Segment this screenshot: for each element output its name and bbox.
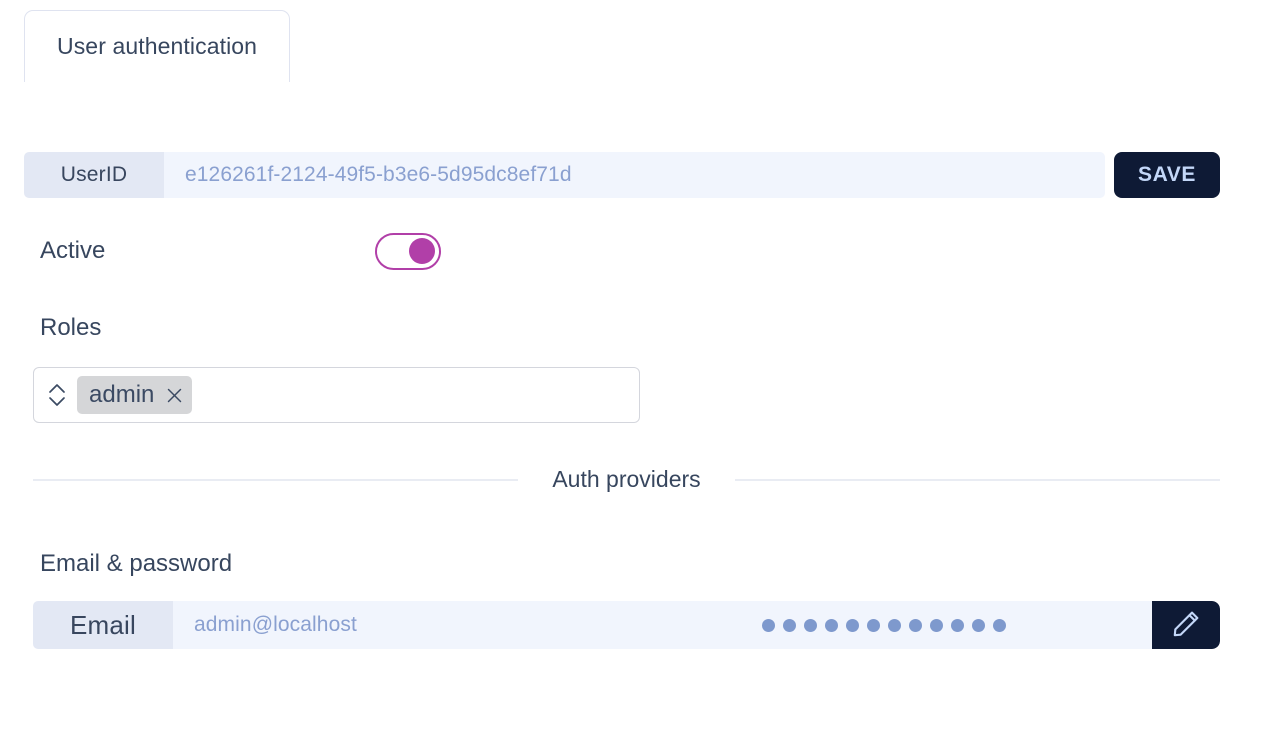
tab-strip: User authentication (24, 10, 291, 82)
divider-line-right (734, 478, 1220, 481)
password-dot (867, 618, 880, 632)
email-input[interactable]: admin@localhost (173, 601, 1152, 649)
auth-providers-caption: Auth providers (552, 466, 701, 492)
email-row: Email admin@localhost (33, 601, 1220, 649)
divider-line-left (33, 478, 519, 481)
userid-input[interactable]: e126261f-2124-49f5-b3e6-5d95dc8ef71d (164, 152, 1105, 198)
up-down-chevron-icon (46, 381, 68, 409)
roles-select[interactable]: admin (33, 367, 640, 423)
email-field-group: Email admin@localhost (33, 601, 1220, 649)
role-chip-admin[interactable]: admin (77, 376, 193, 414)
password-dot (762, 618, 775, 632)
userid-value: e126261f-2124-49f5-b3e6-5d95dc8ef71d (185, 163, 572, 186)
password-dot (930, 618, 943, 632)
password-masked-value (762, 618, 1006, 632)
userid-field-group: UserID e126261f-2124-49f5-b3e6-5d95dc8ef… (24, 152, 1105, 198)
password-dot (783, 618, 796, 632)
roles-label: Roles (40, 314, 102, 341)
active-row: Active (40, 230, 640, 272)
toggle-knob (409, 238, 435, 264)
active-label: Active (40, 237, 106, 264)
userid-label: UserID (24, 152, 164, 198)
password-dot (972, 618, 985, 632)
email-label: Email (33, 601, 173, 649)
pencil-icon (1170, 608, 1202, 643)
password-dot (825, 618, 838, 632)
password-dot (888, 618, 901, 632)
tab-label: User authentication (57, 33, 258, 59)
email-password-label: Email & password (40, 550, 233, 577)
close-icon[interactable] (165, 386, 183, 404)
password-dot (804, 618, 817, 632)
password-dot (951, 618, 964, 632)
email-value: admin@localhost (194, 613, 357, 636)
password-dot (993, 618, 1006, 632)
tab-user-authentication[interactable]: User authentication (24, 10, 291, 82)
password-dot (846, 618, 859, 632)
edit-email-password-button[interactable] (1152, 601, 1220, 649)
role-chip-label: admin (89, 381, 155, 408)
auth-providers-divider: Auth providers (33, 466, 1220, 493)
userid-row: UserID e126261f-2124-49f5-b3e6-5d95dc8ef… (24, 152, 1220, 198)
save-button[interactable]: SAVE (1113, 152, 1220, 198)
password-dot (909, 618, 922, 632)
active-toggle[interactable] (375, 232, 441, 270)
